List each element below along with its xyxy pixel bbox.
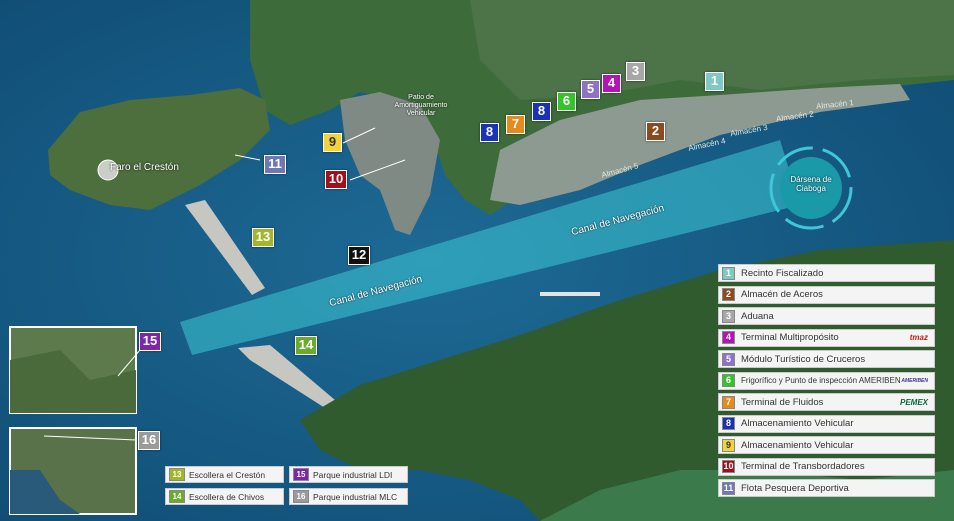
legend-swatch: 8 [722, 417, 735, 430]
legend-label: Frigorífico y Punto de inspección AMERIB… [741, 376, 901, 385]
map-badge-5[interactable]: 5 [581, 80, 600, 99]
map-badge-8[interactable]: 8 [532, 102, 551, 121]
legend-swatch: 5 [722, 352, 735, 366]
buffer-yard-label: Patio de Amortiguamiento Vehicular [394, 94, 448, 117]
legend-row-9[interactable]: 9 Almacenamiento Vehicular [718, 436, 935, 454]
key-swatch: 13 [169, 468, 185, 481]
legend-label: Flota Pesquera Deportiva [741, 482, 849, 494]
map-badge-8[interactable]: 8 [480, 123, 499, 142]
map-badge-6[interactable]: 6 [557, 92, 576, 111]
map-badge-1[interactable]: 1 [705, 72, 724, 91]
legend-row-6[interactable]: 6 Frigorífico y Punto de inspección AMERI… [718, 371, 935, 390]
legend-label: Almacén de Aceros [741, 289, 823, 300]
legend-swatch: 7 [722, 395, 735, 409]
map-badge-3[interactable]: 3 [626, 62, 645, 81]
legend-swatch: 3 [722, 309, 735, 323]
map-badge-12[interactable]: 12 [348, 246, 370, 265]
key-row-14[interactable]: 14 Escollera de Chivos [165, 488, 284, 505]
key-row-15[interactable]: 15 Parque industrial LDI [289, 466, 408, 483]
key-label: Escollera de Chivos [189, 491, 265, 502]
legend-swatch: 4 [722, 331, 735, 344]
legend-swatch: 10 [722, 460, 735, 473]
lighthouse-label: Faro el Crestón [110, 162, 179, 173]
map-badge-16[interactable]: 16 [138, 431, 160, 450]
legend-row-8[interactable]: 8 Almacenamiento Vehicular [718, 414, 935, 433]
key-swatch: 14 [169, 490, 185, 503]
map-badge-10[interactable]: 10 [325, 170, 347, 189]
legend-swatch: 9 [722, 438, 735, 452]
legend-label: Almacenamiento Vehicular [741, 418, 854, 429]
legend-row-3[interactable]: 3 Aduana [718, 307, 935, 325]
legend-row-10[interactable]: 10 Terminal de Transbordadores [718, 457, 935, 476]
map-badge-4[interactable]: 4 [602, 74, 621, 93]
key-label: Parque industrial MLC [313, 491, 398, 502]
key-row-16[interactable]: 16 Parque industrial MLC [289, 488, 408, 505]
legend-label: Almacenamiento Vehicular [741, 439, 854, 451]
map-badge-9[interactable]: 9 [323, 133, 342, 152]
company-logo-icon: AMERIBEN [901, 377, 928, 384]
port-map: Faro el Crestón Patio de Amortiguamiento… [0, 0, 954, 521]
legend-label: Terminal de Transbordadores [741, 461, 865, 472]
legend-label: Recinto Fiscalizado [741, 267, 824, 279]
legend-swatch: 2 [722, 288, 735, 301]
map-badge-14[interactable]: 14 [295, 336, 317, 355]
company-logo-icon: PEMEX [899, 397, 928, 407]
legend-label: Módulo Turístico de Cruceros [741, 353, 866, 365]
legend-row-5[interactable]: 5 Módulo Turístico de Cruceros [718, 350, 935, 368]
key-label: Escollera el Crestón [189, 469, 266, 480]
map-badge-11[interactable]: 11 [264, 155, 286, 174]
legend-row-2[interactable]: 2 Almacén de Aceros [718, 285, 935, 304]
legend-label: Terminal de Fluidos [741, 396, 824, 408]
map-badge-13[interactable]: 13 [252, 228, 274, 247]
legend-row-7[interactable]: 7 Terminal de Fluidos PEMEX [718, 393, 935, 411]
basin-label: Dársena de Ciaboga [790, 175, 832, 193]
legend-row-11[interactable]: 11 Flota Pesquera Deportiva [718, 479, 935, 497]
legend-label: Aduana [741, 310, 774, 322]
key-swatch: 15 [293, 468, 309, 481]
map-badge-7[interactable]: 7 [506, 115, 525, 134]
legend-row-4[interactable]: 4 Terminal Multipropósito tmaz [718, 328, 935, 347]
company-logo-icon: tmaz [909, 333, 928, 342]
key-row-13[interactable]: 13 Escollera el Crestón [165, 466, 284, 483]
legend-swatch: 11 [722, 481, 735, 495]
map-badge-15[interactable]: 15 [139, 332, 161, 351]
key-swatch: 16 [293, 490, 309, 503]
legend-swatch: 6 [722, 374, 735, 387]
key-label: Parque industrial LDI [313, 469, 393, 480]
legend-row-1[interactable]: 1 Recinto Fiscalizado [718, 264, 935, 282]
legend-label: Terminal Multipropósito [741, 332, 839, 343]
map-badge-2[interactable]: 2 [646, 122, 665, 141]
legend-swatch: 1 [722, 266, 735, 280]
